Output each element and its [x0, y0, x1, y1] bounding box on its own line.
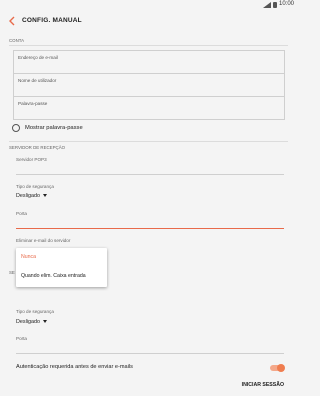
- section-header-incoming: SERVIDOR DE RECEPÇÃO: [9, 145, 66, 150]
- popup-option-never[interactable]: Nunca: [21, 254, 36, 260]
- delete-email-popup: Nunca Quando elim. Caixa entrada: [16, 248, 107, 287]
- status-time: 10:00: [278, 1, 294, 7]
- app-bar: CONFIG. MANUAL: [0, 10, 297, 32]
- section-header-outgoing: SE: [9, 270, 15, 275]
- password-field[interactable]: Palavra-passe: [14, 97, 284, 119]
- show-password-label: Mostrar palavra-passe: [25, 125, 83, 131]
- pop3-server-label: Servidor POP3: [16, 157, 47, 162]
- account-fields-box: Endereço de e-mail Nome de utilizador Pa…: [13, 50, 285, 120]
- popup-option-when-deleted[interactable]: Quando elim. Caixa entrada: [21, 273, 86, 279]
- delete-email-label: Eliminar e-mail do servidor: [16, 238, 71, 243]
- chevron-down-icon: [42, 194, 47, 198]
- toggle-knob[interactable]: [277, 364, 285, 372]
- outgoing-port-label: Porta: [16, 336, 27, 341]
- battery-icon: [273, 2, 277, 8]
- password-field-label: Palavra-passe: [18, 101, 48, 106]
- outgoing-port-input[interactable]: [16, 353, 284, 354]
- divider: [9, 45, 288, 46]
- email-field-label: Endereço de e-mail: [18, 55, 58, 60]
- username-field[interactable]: Nome de utilizador: [14, 74, 284, 96]
- incoming-port-input[interactable]: [16, 228, 284, 229]
- pop3-server-input[interactable]: [16, 174, 284, 175]
- page-title: CONFIG. MANUAL: [22, 17, 82, 24]
- outgoing-security-value: Desligado: [16, 319, 40, 325]
- outgoing-security-label: Tipo de segurança: [16, 309, 54, 314]
- outgoing-security-dropdown[interactable]: Desligado: [16, 319, 47, 325]
- incoming-port-label: Porta: [16, 211, 27, 216]
- username-field-label: Nome de utilizador: [18, 78, 57, 83]
- status-bar: 10:00: [0, 0, 297, 10]
- incoming-security-label: Tipo de segurança: [16, 184, 54, 189]
- incoming-security-value: Desligado: [16, 193, 40, 199]
- sign-in-button[interactable]: INICIAR SESSÃO: [242, 382, 284, 388]
- chevron-down-icon: [42, 320, 47, 324]
- show-password-checkbox[interactable]: [12, 124, 20, 132]
- email-field[interactable]: Endereço de e-mail: [14, 51, 284, 73]
- auth-required-label: Autenticação requerida antes de enviar e…: [16, 364, 133, 370]
- signal-icon: [263, 2, 271, 8]
- divider: [9, 141, 288, 142]
- section-header-account: CONTA: [9, 38, 25, 43]
- back-arrow-icon[interactable]: [8, 15, 18, 27]
- incoming-security-dropdown[interactable]: Desligado: [16, 193, 47, 199]
